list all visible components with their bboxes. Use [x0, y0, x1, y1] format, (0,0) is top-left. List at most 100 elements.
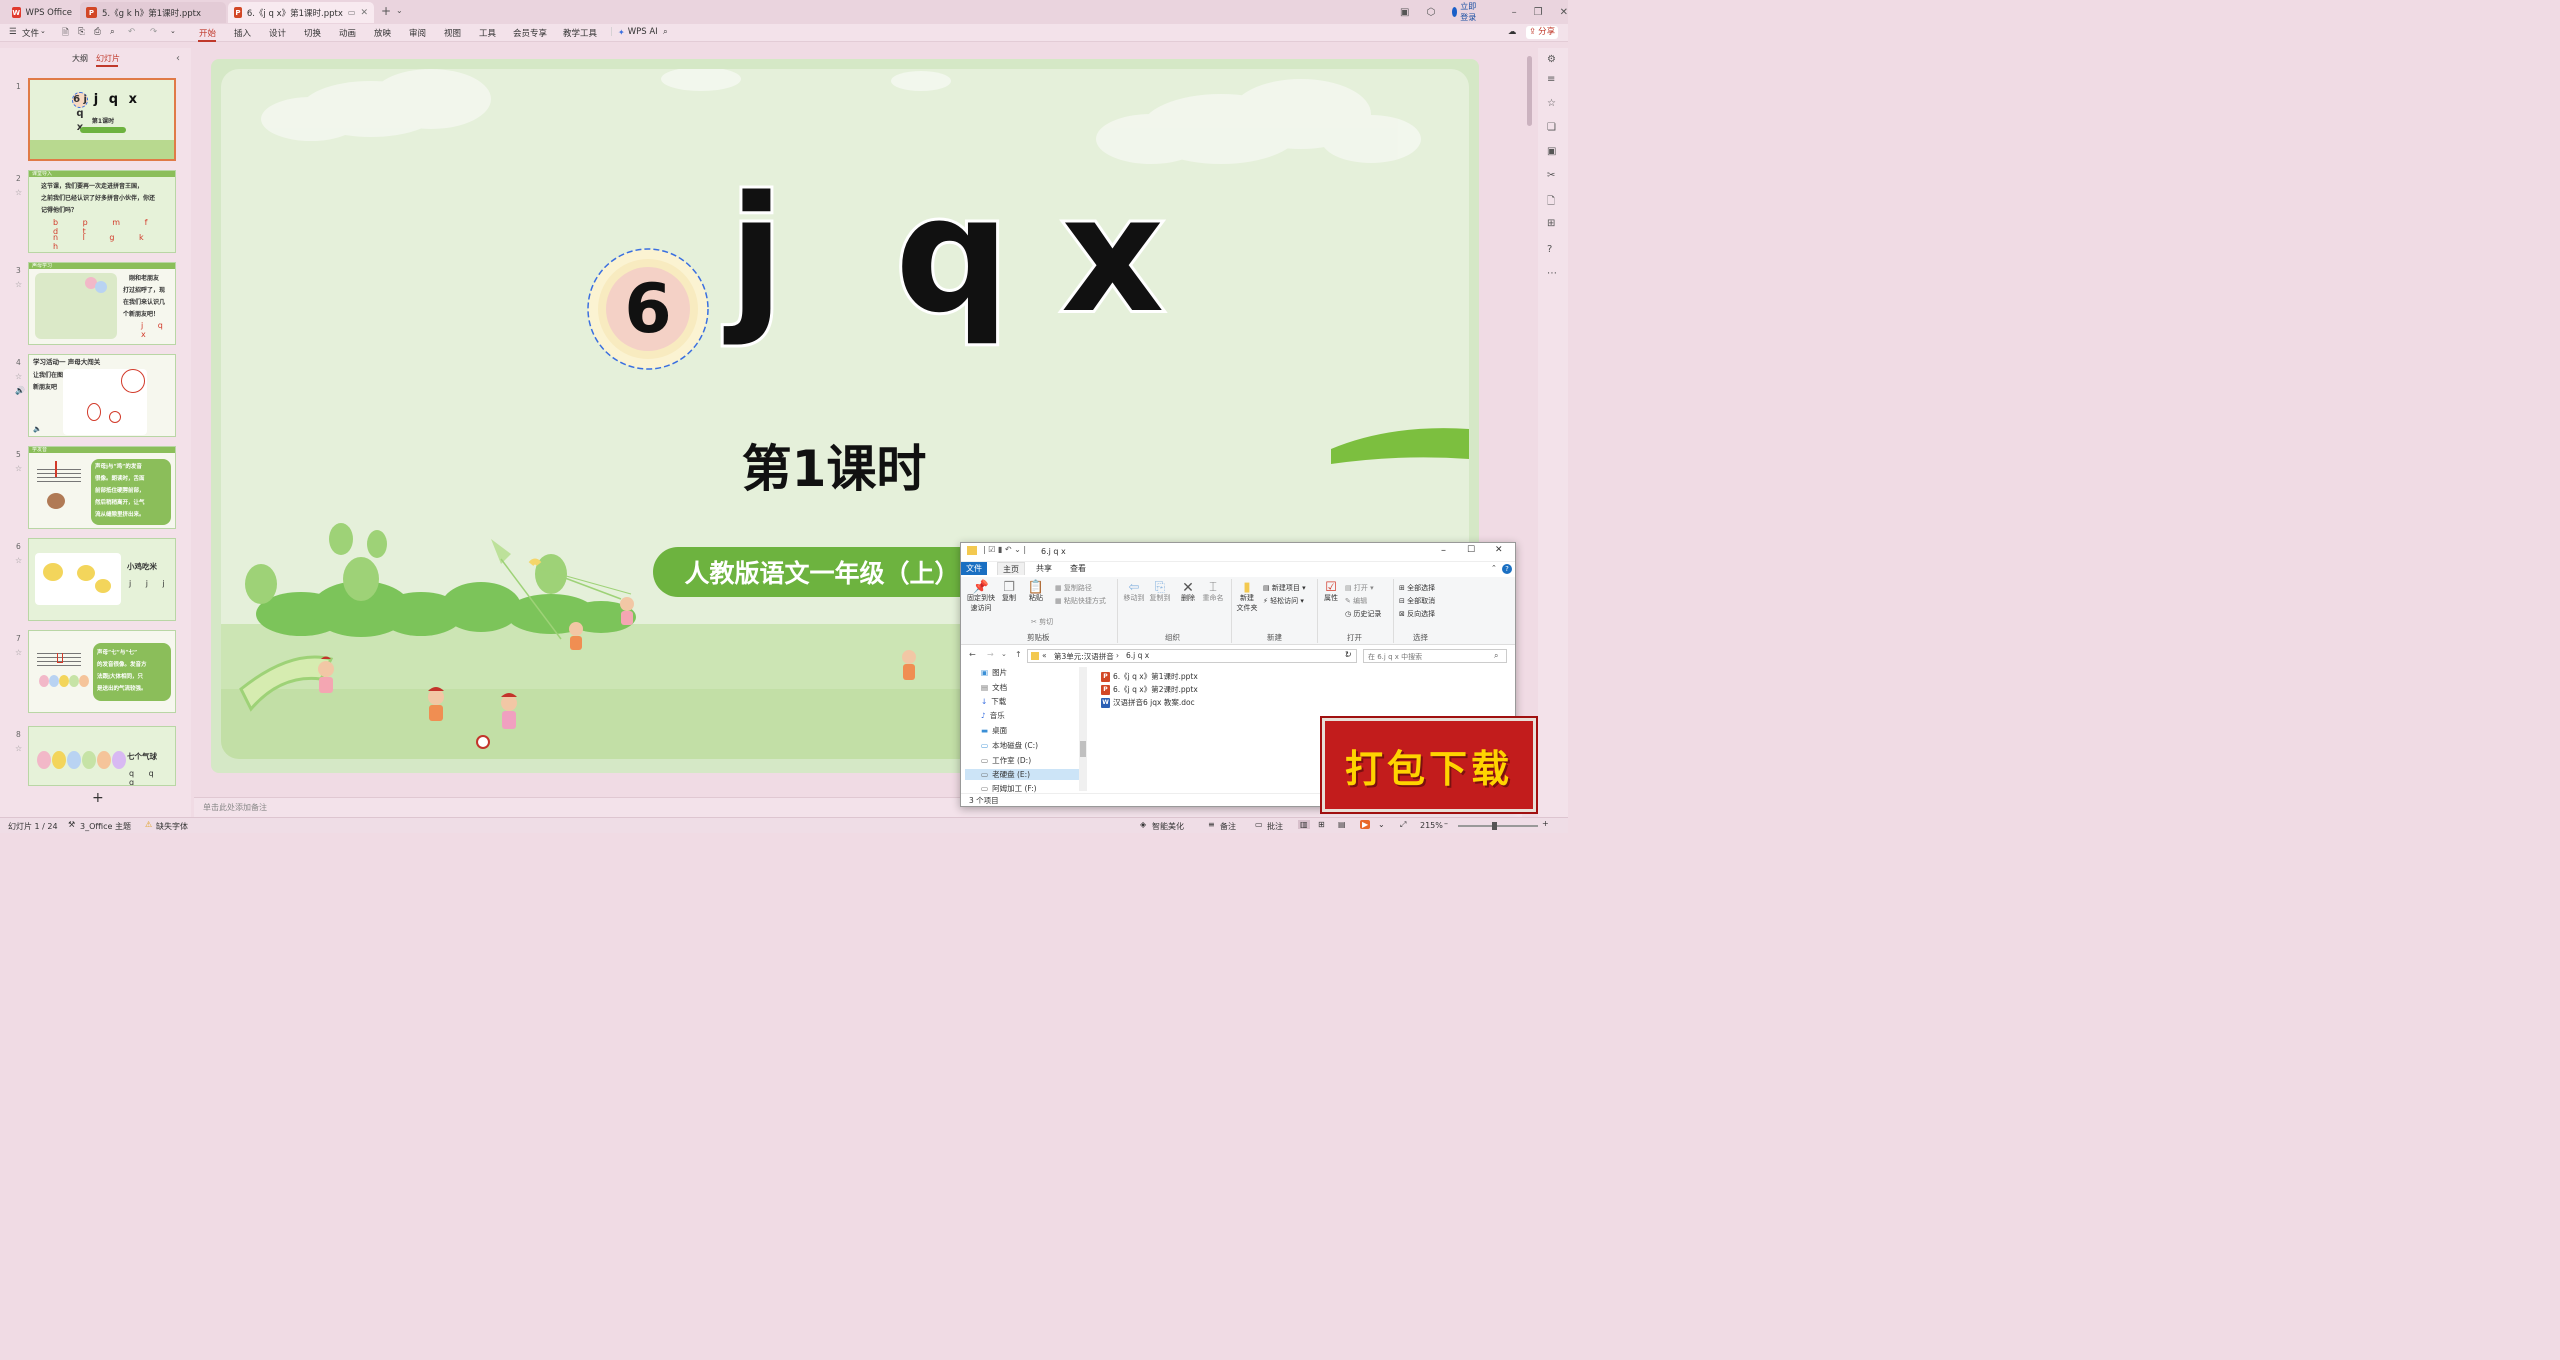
missing-font[interactable]: 缺失字体: [156, 821, 188, 832]
menu-teaching-tools[interactable]: 教学工具: [563, 27, 597, 39]
minimize-icon[interactable]: –: [1441, 545, 1446, 556]
slide-thumbnail-4[interactable]: 学习活动一 声母大闯关 让我们在图中找找 新朋友吧 🔈: [28, 354, 176, 437]
cut-button[interactable]: ✂ 剪切: [1031, 617, 1053, 627]
refresh-icon[interactable]: ↻: [1345, 650, 1352, 659]
undo-icon[interactable]: ↶: [128, 27, 135, 37]
sorter-view-icon[interactable]: ⊞: [1318, 820, 1325, 829]
path-overflow[interactable]: «: [1042, 651, 1047, 660]
new-folder-button[interactable]: ▮ 新建 文件夹: [1235, 581, 1259, 613]
delete-button[interactable]: ✕ 删除: [1177, 581, 1199, 603]
help-icon[interactable]: ?: [1502, 564, 1512, 574]
close-tab-icon[interactable]: ✕: [360, 8, 368, 18]
select-all-button[interactable]: ⊞ 全部选择: [1399, 583, 1435, 593]
chevron-down-icon[interactable]: ⌄: [1001, 650, 1007, 658]
nav-pictures[interactable]: ▣ 图片: [981, 667, 1007, 678]
menu-home[interactable]: 开始: [199, 27, 216, 39]
file-item[interactable]: P 6.《j q x》第1课时.pptx: [1101, 671, 1198, 682]
explorer-tab-file[interactable]: 文件: [961, 562, 987, 575]
nav-scrollbar[interactable]: [1079, 667, 1087, 791]
help-icon[interactable]: ?: [1547, 244, 1552, 255]
search-icon[interactable]: ⌕: [663, 27, 668, 37]
menu-slideshow[interactable]: 放映: [374, 27, 391, 39]
paste-shortcut-button[interactable]: ▦ 粘贴快捷方式: [1055, 596, 1106, 606]
tab-slides[interactable]: 幻灯片: [96, 53, 120, 64]
close-icon[interactable]: ✕: [1495, 545, 1503, 555]
file-item[interactable]: P 6.《j q x》第2课时.pptx: [1101, 684, 1198, 695]
edit-button[interactable]: ✎ 编辑: [1345, 596, 1367, 606]
menu-animation[interactable]: 动画: [339, 27, 356, 39]
star-icon[interactable]: ☆: [15, 280, 22, 289]
select-none-button[interactable]: ⊟ 全部取消: [1399, 596, 1435, 606]
menu-member[interactable]: 会员专享: [513, 27, 547, 39]
star-icon[interactable]: ☆: [15, 648, 22, 657]
rename-button[interactable]: ⌶ 重命名: [1201, 581, 1225, 603]
image-icon[interactable]: ▣: [1547, 146, 1556, 157]
adjust-icon[interactable]: ⚙: [1547, 54, 1556, 65]
redo-icon[interactable]: ↷: [150, 27, 157, 37]
file-menu[interactable]: 文件: [22, 27, 39, 39]
hamburger-menu-icon[interactable]: ☰: [9, 27, 17, 37]
zoom-in-icon[interactable]: +: [1542, 819, 1549, 828]
star-icon[interactable]: ☆: [15, 372, 22, 381]
new-tab-icon[interactable]: +: [381, 4, 391, 18]
tab-document-active[interactable]: P 6.《j q x》第1课时.pptx ▭ ✕: [228, 2, 374, 23]
slide-thumbnail-3[interactable]: 声母学习 刚和老朋友 打过招呼了，现 在我们来认识几 个新朋友吧！ j q x: [28, 262, 176, 345]
invert-selection-button[interactable]: ⊠ 反向选择: [1399, 609, 1435, 619]
star-icon[interactable]: ☆: [15, 188, 22, 197]
add-slide-button[interactable]: +: [92, 790, 104, 806]
download-pack-badge[interactable]: 打包下载: [1322, 718, 1536, 812]
normal-view-icon[interactable]: ▥: [1298, 820, 1310, 829]
nav-downloads[interactable]: ↓ 下载: [981, 696, 1006, 707]
cube-icon[interactable]: ⬡: [1426, 7, 1435, 18]
tab-outline[interactable]: 大纲: [72, 53, 88, 64]
explorer-tab-share[interactable]: 共享: [1031, 562, 1057, 575]
copy-to-button[interactable]: ⎘ 复制到: [1149, 581, 1171, 603]
back-icon[interactable]: ←: [969, 650, 976, 659]
easy-access-button[interactable]: ⚡ 轻松访问 ▾: [1263, 596, 1304, 606]
slide-thumbnail-5[interactable]: 学发音 声母j与“鸡”的发音 很像。朗读时，舌面 前部抵住硬腭前部， 然后稍稍离…: [28, 446, 176, 529]
move-to-button[interactable]: ⇦ 移动到: [1123, 581, 1145, 603]
path-segment[interactable]: 6.j q x: [1126, 651, 1149, 660]
star-icon[interactable]: ☆: [1547, 98, 1556, 109]
menu-tools[interactable]: 工具: [479, 27, 496, 39]
chevron-up-icon[interactable]: ⌃: [1491, 564, 1497, 572]
nav-desktop[interactable]: ▬ 桌面: [981, 725, 1007, 736]
preview-icon[interactable]: ⌕: [110, 27, 115, 37]
share-button[interactable]: ⇪ 分享: [1526, 26, 1559, 39]
wps-ai-button[interactable]: ✦ WPS AI: [618, 27, 658, 37]
menu-view[interactable]: 视图: [444, 27, 461, 39]
star-icon[interactable]: ☆: [15, 464, 22, 473]
slide-thumbnail-7[interactable]: 声母“七”与“七” 的发音很像。发音方 法跟j大体相同，只 是送出的气流较强。: [28, 630, 176, 713]
slide-thumbnail-1[interactable]: 6 j q x j q x 第1课时: [28, 78, 176, 161]
slide-thumbnail-2[interactable]: 课堂导入 这节课，我们要再一次走进拼音王国， 之前我们已经认识了好多拼音小伙伴，…: [28, 170, 176, 253]
copy-icon[interactable]: ❏: [1547, 122, 1556, 133]
document-icon[interactable]: 🗋: [1547, 194, 1555, 211]
nav-documents[interactable]: ▤ 文档: [981, 682, 1007, 693]
fit-icon[interactable]: ⤢: [1400, 820, 1406, 830]
path-segment[interactable]: 第3单元:汉语拼音: [1054, 651, 1114, 662]
file-item[interactable]: W 汉语拼音6 jqx 教案.doc: [1101, 697, 1195, 708]
star-icon[interactable]: ☆: [15, 744, 22, 753]
search-box[interactable]: 在 6.j q x 中搜索 ⌕: [1363, 649, 1507, 663]
restore-icon[interactable]: ❐: [1534, 7, 1543, 18]
star-icon[interactable]: ☆: [15, 556, 22, 565]
zoom-out-icon[interactable]: –: [1444, 819, 1448, 828]
comments-toggle[interactable]: 批注: [1267, 821, 1283, 832]
history-button[interactable]: ◷ 历史记录: [1345, 609, 1381, 619]
chevron-down-icon[interactable]: ⌄: [396, 6, 403, 15]
explorer-tab-view[interactable]: 查看: [1065, 562, 1091, 575]
chevron-down-icon[interactable]: ⌄: [1378, 820, 1385, 829]
quick-access-icons[interactable]: | ☑ ▮ ↶ ⌄ |: [983, 545, 1026, 554]
sliders-icon[interactable]: ≡: [1547, 74, 1555, 85]
zoom-level[interactable]: 215%: [1420, 821, 1443, 830]
zoom-slider-handle[interactable]: [1492, 822, 1497, 830]
maximize-icon[interactable]: ☐: [1467, 545, 1475, 555]
slide-thumbnail-6[interactable]: 小鸡吃米 j j j: [28, 538, 176, 621]
open-button[interactable]: ▤ 打开 ▾: [1345, 583, 1374, 593]
smart-beautify[interactable]: 智能美化: [1152, 821, 1184, 832]
nav-drive-d[interactable]: ▭ 工作室 (D:): [981, 755, 1031, 766]
minimize-icon[interactable]: –: [1512, 7, 1517, 18]
copy-button[interactable]: ❐ 复制: [999, 581, 1019, 603]
nav-scrollbar-thumb[interactable]: [1080, 741, 1086, 757]
slide-thumbnail-8[interactable]: 七个气球 q q q: [28, 726, 176, 786]
